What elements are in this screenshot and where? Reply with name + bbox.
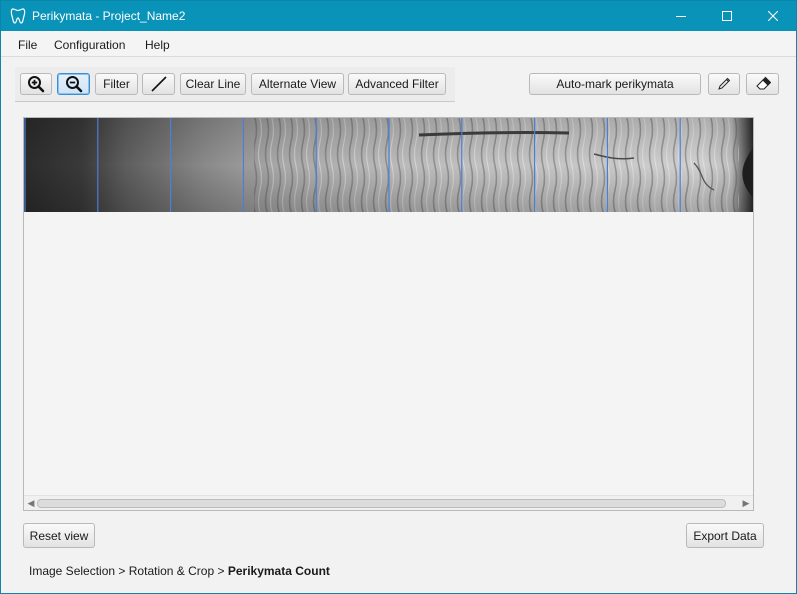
maximize-button[interactable]	[704, 1, 750, 31]
clear-line-button[interactable]: Clear Line	[180, 73, 246, 95]
scrollbar-thumb[interactable]	[37, 499, 726, 508]
close-button[interactable]	[750, 1, 796, 31]
app-window: Perikymata - Project_Name2 File Configur…	[0, 0, 797, 594]
filter-button[interactable]: Filter	[95, 73, 138, 95]
alternate-view-button[interactable]: Alternate View	[251, 73, 344, 95]
tooth-icon	[10, 8, 26, 24]
eraser-icon	[755, 76, 771, 90]
auto-mark-button[interactable]: Auto-mark perikymata	[529, 73, 701, 95]
image-viewer[interactable]: ◀ ▶	[23, 117, 754, 511]
menu-bar: File Configuration Help	[1, 31, 796, 57]
reset-view-button[interactable]: Reset view	[23, 523, 95, 548]
zoom-in-icon	[28, 76, 45, 93]
title-bar: Perikymata - Project_Name2	[1, 1, 796, 31]
breadcrumb-perikymata-count: Perikymata Count	[227, 564, 330, 578]
breadcrumb-separator: >	[118, 564, 126, 578]
minimize-button[interactable]	[658, 1, 704, 31]
menu-file[interactable]: File	[18, 38, 37, 52]
zoom-in-button[interactable]	[20, 73, 52, 95]
line-icon	[150, 76, 167, 92]
horizontal-scrollbar[interactable]: ◀ ▶	[24, 495, 753, 510]
menu-help[interactable]: Help	[145, 38, 170, 52]
zoom-out-button[interactable]	[57, 73, 90, 95]
close-icon	[768, 11, 778, 21]
pencil-button[interactable]	[708, 73, 740, 95]
pencil-icon	[718, 77, 731, 90]
breadcrumb-rotation-crop: Rotation & Crop	[128, 564, 215, 578]
export-data-button[interactable]: Export Data	[686, 523, 764, 548]
menu-configuration[interactable]: Configuration	[54, 38, 125, 52]
window-title: Perikymata - Project_Name2	[32, 9, 186, 23]
eraser-button[interactable]	[746, 73, 779, 95]
minimize-icon	[676, 16, 686, 17]
tooth-surface-image[interactable]	[24, 118, 753, 212]
breadcrumb-separator: >	[217, 564, 225, 578]
advanced-filter-button[interactable]: Advanced Filter	[348, 73, 446, 95]
draw-line-button[interactable]	[142, 73, 175, 95]
zoom-out-icon	[65, 76, 82, 93]
maximize-icon	[722, 11, 732, 21]
breadcrumb-image-selection: Image Selection	[29, 564, 116, 578]
breadcrumb: Image Selection > Rotation & Crop > Peri…	[29, 564, 330, 578]
scroll-right-icon[interactable]: ▶	[739, 496, 753, 510]
scroll-left-icon[interactable]: ◀	[24, 496, 38, 510]
